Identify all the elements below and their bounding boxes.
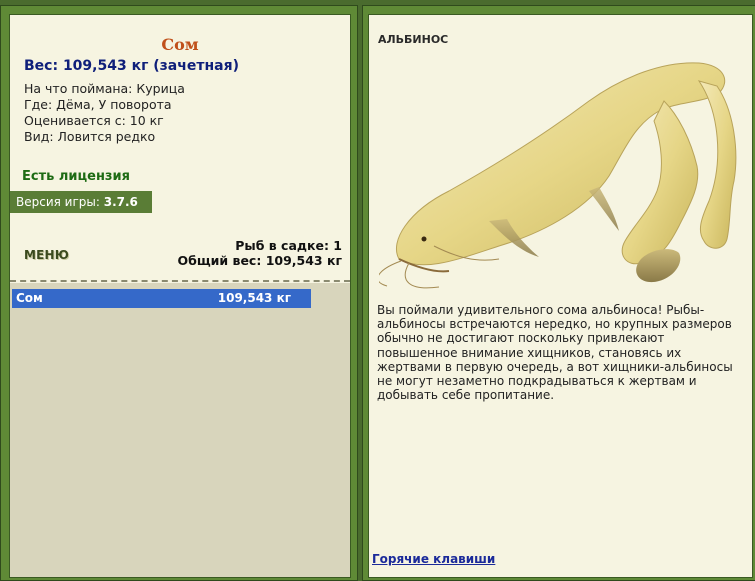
- fish-rarity: Вид: Ловится редко: [24, 129, 156, 144]
- fish-location: Где: Дёма, У поворота: [24, 97, 172, 112]
- fish-rated-from: Оценивается с: 10 кг: [24, 113, 164, 128]
- albino-catfish-image: [379, 62, 737, 289]
- menu-button[interactable]: МЕНЮ: [24, 248, 69, 262]
- keepnet-total-weight: Общий вес: 109,543 кг: [177, 253, 343, 268]
- keepnet-count: Рыб в садке: 1: [235, 238, 342, 253]
- divider: [10, 280, 350, 282]
- version-value: 3.7.6: [103, 195, 138, 209]
- fish-info-panel: Сом Вес: 109,543 кг (зачетная) На что по…: [9, 14, 351, 578]
- version-label: Версия игры:: [16, 195, 104, 209]
- hotkeys-link[interactable]: Горячие клавиши: [372, 552, 495, 566]
- fish-bait: На что поймана: Курица: [24, 81, 185, 96]
- catch-description: Вы поймали удивительного сома альбиноса!…: [377, 303, 733, 403]
- keepnet-row-weight: 109,543 кг: [217, 291, 291, 305]
- version-box: Версия игры: 3.7.6: [10, 191, 152, 213]
- keepnet-row[interactable]: Сом 109,543 кг: [12, 289, 311, 308]
- keepnet-list: Сом 109,543 кг: [10, 283, 350, 577]
- keepnet-row-name: Сом: [16, 291, 43, 305]
- fish-name: Сом: [161, 35, 199, 54]
- fish-weight: Вес: 109,543 кг (зачетная): [24, 58, 239, 74]
- fish-detail-panel: АЛЬБИНОС Вы поймали удивительного сома а…: [368, 14, 753, 578]
- license-status: Есть лицензия: [22, 169, 130, 184]
